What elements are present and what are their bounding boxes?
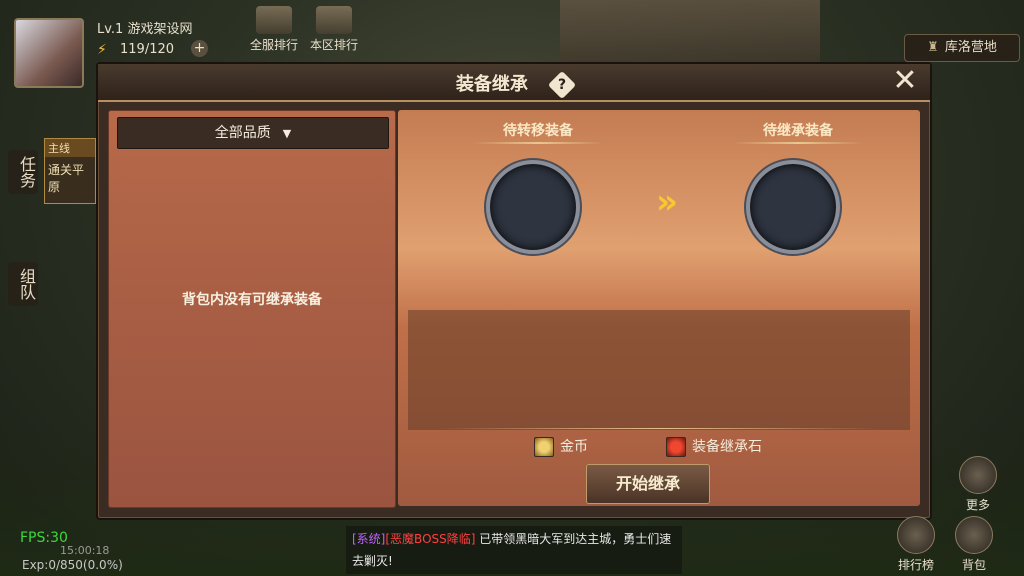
more-label: 更多 [965, 498, 990, 512]
backpack-icon [955, 516, 993, 554]
source-equipment-slot[interactable] [486, 160, 580, 254]
stone-cost: 装备继承石 [666, 436, 762, 457]
backpack-label: 背包 [961, 558, 986, 572]
location-button[interactable]: ♜ 库洛营地 [904, 34, 1020, 62]
target-slot-label: 待继承装备 [718, 120, 878, 144]
backpack-button[interactable]: 背包 [948, 516, 1000, 573]
player-level: Lv.1 [97, 22, 124, 37]
equipment-list-panel: 全部品质 ▼ 背包内没有可继承装备 [108, 110, 396, 508]
help-glyph: ? [558, 77, 567, 93]
source-slot-label: 待转移装备 [458, 120, 618, 144]
chat-boss-tag: [恶魔BOSS降临] [385, 532, 476, 546]
leaderboard-button[interactable]: 排行榜 [890, 516, 942, 573]
equipment-inherit-dialog: 装备继承 ? ✕ 全部品质 ▼ 背包内没有可继承装备 待转移装备 待继承装备 » … [96, 62, 932, 520]
attribute-preview-area [408, 310, 910, 430]
arrow-glyph: » [656, 182, 678, 222]
close-button[interactable]: ✕ [890, 66, 920, 96]
castle-icon: ♜ [927, 40, 939, 55]
zone-ranking-button[interactable]: 本区排行 [304, 6, 364, 53]
leaderboard-icon [897, 516, 935, 554]
help-icon[interactable]: ? [547, 70, 577, 100]
dialog-title: 装备继承 [455, 74, 528, 95]
coin-icon [534, 437, 554, 457]
zone-ranking-label: 本区排行 [309, 38, 358, 52]
double-arrow-icon: » [638, 182, 682, 222]
zone-ranking-icon [316, 6, 352, 34]
quality-filter-dropdown[interactable]: 全部品质 ▼ [117, 117, 389, 149]
more-icon [959, 456, 997, 494]
dialog-title-row: 装备继承 ? [98, 70, 930, 100]
mainline-quest[interactable]: 主线 通关平原 [44, 138, 96, 204]
server-name: 游戏架设网 [127, 22, 193, 37]
target-slot-text: 待继承装备 [763, 123, 833, 139]
dialog-header: 装备继承 ? ✕ [98, 64, 930, 102]
quality-filter-label: 全部品质 [214, 125, 271, 141]
chevron-down-icon: ▼ [282, 127, 292, 140]
ranking-wings-icon [256, 6, 292, 34]
energy-icon: ⚡ [97, 42, 107, 58]
player-avatar[interactable] [14, 18, 84, 88]
gold-label: 金币 [560, 439, 588, 455]
divider [438, 428, 880, 429]
source-slot-text: 待转移装备 [503, 123, 573, 139]
player-level-name: Lv.1 游戏架设网 [97, 18, 193, 37]
server-ranking-button[interactable]: 全服排行 [244, 6, 304, 53]
target-equipment-slot[interactable] [746, 160, 840, 254]
start-inherit-button[interactable]: 开始继承 [586, 464, 710, 504]
add-energy-button[interactable]: + [191, 40, 208, 57]
energy-value: 119/120 [120, 42, 175, 57]
mainline-desc: 通关平原 [48, 163, 85, 194]
label-underline [733, 142, 863, 144]
inherit-stone-icon [666, 437, 686, 457]
team-tab[interactable]: 组队 [8, 262, 38, 306]
chat-box[interactable]: [系统][恶魔BOSS降临] 已带领黑暗大军到达主城，勇士们速去剿灭! [346, 526, 682, 574]
more-button[interactable]: 更多 [952, 456, 1004, 513]
background-building [560, 0, 820, 70]
exp-readout: Exp:0/850(0.0%) [22, 558, 123, 572]
gold-cost: 金币 [534, 436, 588, 457]
empty-message: 背包内没有可继承装备 [182, 292, 322, 308]
server-ranking-label: 全服排行 [249, 38, 298, 52]
mainline-tag: 主线 [45, 139, 95, 157]
task-tab[interactable]: 任务 [8, 150, 38, 194]
chat-channel: [系统] [352, 532, 386, 546]
label-underline [473, 142, 603, 144]
inherit-panel: 待转移装备 待继承装备 » 金币 装备继承石 开始继承 [398, 110, 920, 506]
leaderboard-label: 排行榜 [897, 558, 934, 572]
stone-label: 装备继承石 [692, 439, 762, 455]
location-label: 库洛营地 [944, 40, 997, 55]
clock: 15:00:18 [60, 544, 110, 557]
